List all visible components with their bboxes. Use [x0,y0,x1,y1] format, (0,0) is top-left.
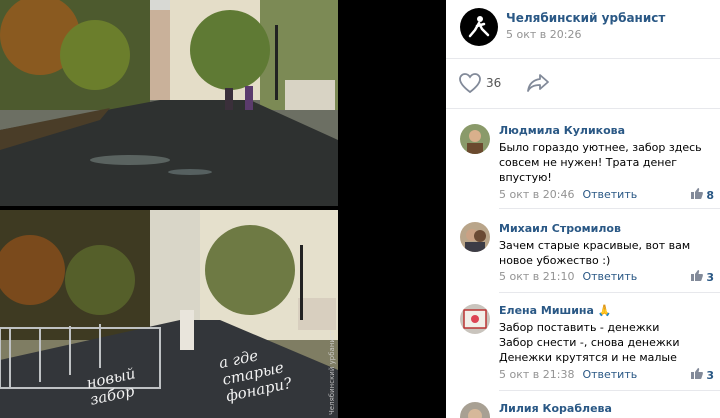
reply-link[interactable]: Ответить [582,270,637,283]
divider [499,390,720,391]
comment-date[interactable]: 5 окт в 21:38 [499,368,574,381]
comment-author[interactable]: Людмила Куликова [499,124,625,137]
post-header: Челябинский урбанист 5 окт в 20:26 [446,0,720,56]
divider [499,292,720,293]
avatar[interactable] [460,222,490,252]
comment-item: Людмила Куликова Было гораздо уютнее, за… [446,120,720,208]
group-name-link[interactable]: Челябинский урбанист [506,11,665,25]
group-logo-icon[interactable] [460,8,498,46]
comment-author[interactable]: Михаил Стромилов [499,222,621,235]
avatar[interactable] [460,304,490,334]
heart-icon[interactable] [458,72,482,98]
photo-viewer[interactable]: новый забор а где старые фонари? Челябин… [0,0,446,418]
comment-like-count: 8 [706,188,714,202]
divider [446,108,720,109]
comment-likes[interactable]: 3 [691,368,714,382]
comment-meta: 5 окт в 21:38 Ответить [499,368,637,381]
comment-date[interactable]: 5 окт в 20:46 [499,188,574,201]
avatar[interactable] [460,124,490,154]
comment-like-count: 3 [706,368,714,382]
comment-author[interactable]: Лилия Кораблева [499,402,612,415]
like-small-icon [691,368,704,382]
divider [499,208,720,209]
comment-meta: 5 окт в 20:46 Ответить [499,188,637,201]
share-icon[interactable] [526,72,550,98]
like-count: 36 [486,76,502,90]
reply-link[interactable]: Ответить [582,368,637,381]
comment-author[interactable]: Елена Мишина 🙏 [499,304,611,317]
like-small-icon [691,188,704,202]
post-side-panel: Челябинский урбанист 5 окт в 20:26 36 Лю… [446,0,720,418]
comment-text: Забор поставить - денежки Забор снести -… [499,321,680,364]
comment-likes[interactable]: 3 [691,270,714,284]
photo-watermark: Челябинский урбанист [328,330,336,415]
photo-before [0,0,338,206]
comment-meta: 5 окт в 21:10 Ответить [499,270,637,283]
comment-date[interactable]: 5 окт в 21:10 [499,270,574,283]
comment-like-count: 3 [706,270,714,284]
comment-item: Елена Мишина 🙏 Забор поставить - денежки… [446,300,720,388]
comment-text: Было гораздо уютнее, забор здесь совсем … [499,141,702,184]
comment-item: Лилия Кораблева [446,398,720,418]
reply-link[interactable]: Ответить [582,188,637,201]
post-actions: 36 [446,64,720,104]
post-date[interactable]: 5 окт в 20:26 [506,28,581,41]
comment-likes[interactable]: 8 [691,188,714,202]
comment-text: Зачем старые красивые, вот вам новое убо… [499,239,691,267]
avatar[interactable] [460,402,490,418]
divider [446,58,720,59]
photo-after: новый забор а где старые фонари? Челябин… [0,210,338,418]
like-small-icon [691,270,704,284]
